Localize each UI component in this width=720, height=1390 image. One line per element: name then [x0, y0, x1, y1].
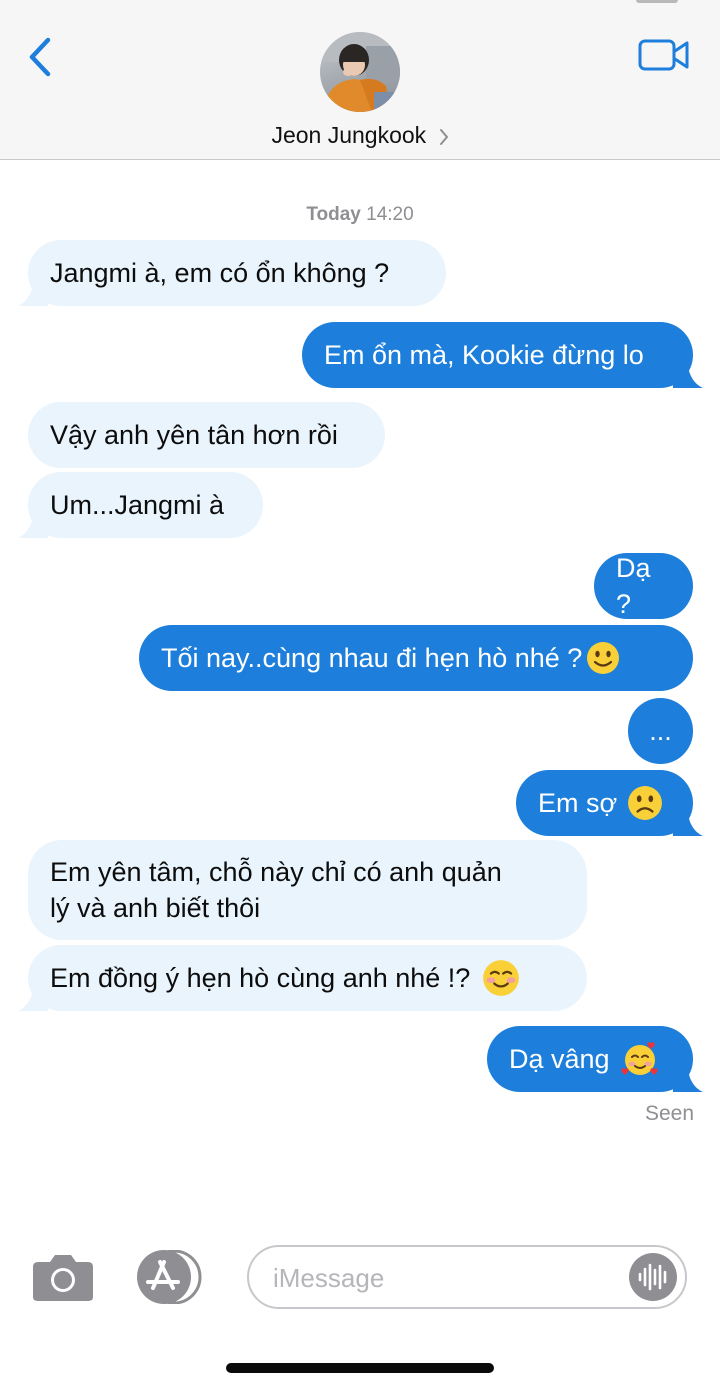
- app-store-icon: [137, 1249, 202, 1305]
- message-bubble-incoming[interactable]: Um...Jangmi à: [18, 472, 263, 538]
- message-text: Jangmi à, em có ổn không ?: [50, 258, 390, 288]
- message-bubble-outgoing[interactable]: Dạ vâng: [487, 1026, 703, 1092]
- message-text-line: Em yên tâm, chỗ này chỉ có anh quản: [50, 857, 502, 887]
- message-bubble-outgoing[interactable]: Dạ ?: [594, 553, 693, 619]
- video-camera-icon: [638, 39, 689, 71]
- bubble-tail: [18, 983, 48, 1011]
- smiling-face-icon: [483, 960, 520, 996]
- bubble-tail: [673, 360, 703, 388]
- message-bubble-outgoing[interactable]: Em sợ: [516, 770, 703, 836]
- message-text: Em đồng ý hẹn hò cùng anh nhé !?: [50, 963, 471, 993]
- frowning-face-icon: [628, 786, 663, 820]
- audio-message-button[interactable]: [629, 1253, 677, 1301]
- message-text: Dạ ?: [616, 553, 651, 619]
- message-text: Tối nay..cùng nhau đi hẹn hò nhé ?: [161, 643, 583, 673]
- timestamp-day: Today: [306, 204, 361, 225]
- message-bubble-incoming[interactable]: Em đồng ý hẹn hò cùng anh nhé !?: [18, 945, 587, 1011]
- message-text: Dạ vâng: [509, 1044, 610, 1074]
- contact-name-label: Jeon Jungkook: [271, 122, 427, 148]
- message-text: Um...Jangmi à: [50, 490, 225, 520]
- message-text: ...: [649, 716, 672, 746]
- bubble-tail: [673, 1064, 703, 1092]
- smiling-face-with-hearts-icon: [620, 1042, 658, 1075]
- bubble-tail: [673, 808, 703, 836]
- seen-receipt: Seen: [644, 1102, 694, 1125]
- contact-name[interactable]: Jeon Jungkook: [0, 122, 720, 149]
- contact-avatar[interactable]: [320, 32, 400, 112]
- video-call-button[interactable]: [638, 38, 690, 72]
- camera-icon: [33, 1255, 93, 1301]
- timestamp-time: 14:20: [366, 204, 414, 225]
- message-bubble-incoming[interactable]: Jangmi à, em có ổn không ?: [18, 240, 446, 306]
- message-bubble-incoming[interactable]: Vậy anh yên tân hơn rồi: [28, 402, 385, 468]
- message-bubble-incoming[interactable]: Em yên tâm, chỗ này chỉ có anh quản lý v…: [28, 840, 587, 940]
- back-button[interactable]: [26, 36, 58, 78]
- message-bubble-outgoing[interactable]: Tối nay..cùng nhau đi hẹn hò nhé ?: [139, 625, 693, 691]
- chevron-left-icon: [29, 37, 51, 77]
- app-store-button[interactable]: [134, 1249, 208, 1305]
- home-indicator[interactable]: [226, 1363, 494, 1373]
- camera-button[interactable]: [32, 1252, 94, 1302]
- chevron-right-icon: [439, 128, 448, 145]
- message-text: Vậy anh yên tân hơn rồi: [50, 420, 338, 450]
- message-timestamp: Today 14:20: [0, 204, 720, 226]
- audio-waveform-icon: [629, 1253, 677, 1301]
- message-bubble-outgoing[interactable]: Em ổn mà, Kookie đừng lo: [302, 322, 703, 388]
- message-text-line: lý và anh biết thôi: [50, 893, 261, 923]
- bubble-tail: [18, 278, 48, 306]
- message-text: Em ổn mà, Kookie đừng lo: [324, 340, 644, 370]
- bubble-tail: [18, 510, 48, 538]
- message-bubble-outgoing[interactable]: ...: [628, 698, 693, 764]
- message-input[interactable]: [271, 1257, 615, 1299]
- conversation-header: Jeon Jungkook: [0, 0, 720, 160]
- status-bar-indicator: [636, 0, 678, 3]
- message-text: Em sợ: [538, 788, 618, 818]
- message-input-container[interactable]: [247, 1245, 687, 1309]
- slightly-smiling-face-icon: [587, 642, 620, 674]
